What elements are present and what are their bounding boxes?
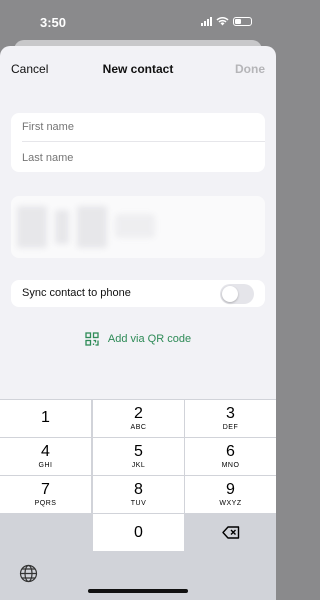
key-number: 4 xyxy=(41,443,50,460)
name-card xyxy=(11,113,265,172)
sync-toggle[interactable] xyxy=(220,284,254,304)
key-letters: GHI xyxy=(38,462,53,469)
key-number: 7 xyxy=(41,481,50,498)
key-8[interactable]: 8 TUV xyxy=(93,476,184,513)
qr-label: Add via QR code xyxy=(107,333,192,345)
key-letters: JKL xyxy=(131,462,146,469)
globe-button[interactable] xyxy=(19,564,38,588)
key-0[interactable]: 0 xyxy=(93,514,184,551)
key-letters: WXYZ xyxy=(219,500,242,507)
delete-key[interactable] xyxy=(185,514,276,551)
globe-icon xyxy=(19,564,38,583)
nav-bar: Cancel New contact Done xyxy=(0,46,276,92)
add-via-qr-button[interactable]: Add via QR code xyxy=(0,330,276,348)
battery-icon xyxy=(233,16,252,26)
blurred-content xyxy=(11,196,265,258)
key-number: 3 xyxy=(226,405,235,422)
status-icons xyxy=(201,16,252,26)
key-letters: MNO xyxy=(221,462,240,469)
toggle-knob xyxy=(222,286,238,302)
key-1[interactable]: 1 xyxy=(0,400,91,437)
key-4[interactable]: 4 GHI xyxy=(0,438,91,475)
key-number: 1 xyxy=(41,408,50,426)
key-number: 2 xyxy=(134,405,143,422)
key-letters: TUV xyxy=(130,500,147,507)
numeric-keyboard: 1 2 ABC 3 DEF 4 GHI 5 JKL 6 MNO 7 PQRS 8 TUV 9 W… xyxy=(0,399,276,600)
done-button[interactable]: Done xyxy=(235,62,265,76)
wifi-icon xyxy=(216,17,229,26)
key-3[interactable]: 3 DEF xyxy=(185,400,276,437)
status-time: 3:50 xyxy=(40,15,67,30)
key-number: 0 xyxy=(134,523,143,541)
sync-contact-row[interactable]: Sync contact to phone xyxy=(11,280,265,307)
key-number: 5 xyxy=(134,443,143,460)
key-7[interactable]: 7 PQRS xyxy=(0,476,91,513)
key-2[interactable]: 2 ABC xyxy=(93,400,184,437)
key-letters: PQRS xyxy=(34,500,57,507)
key-5[interactable]: 5 JKL xyxy=(93,438,184,475)
key-letters: ABC xyxy=(130,424,147,431)
key-6[interactable]: 6 MNO xyxy=(185,438,276,475)
key-letters: DEF xyxy=(222,424,239,431)
sync-label: Sync contact to phone xyxy=(22,287,131,299)
key-number: 8 xyxy=(134,481,143,498)
backspace-icon xyxy=(221,526,239,539)
status-bar: 3:50 xyxy=(0,0,276,40)
first-name-input[interactable] xyxy=(22,113,265,142)
key-9[interactable]: 9 WXYZ xyxy=(185,476,276,513)
signal-icon xyxy=(201,16,212,26)
home-indicator xyxy=(88,589,188,593)
key-number: 9 xyxy=(226,481,235,498)
last-name-input[interactable] xyxy=(22,143,265,172)
key-number: 6 xyxy=(226,443,235,460)
new-contact-sheet: Cancel New contact Done Sync contact to … xyxy=(0,46,276,600)
qr-code-icon xyxy=(85,332,99,346)
